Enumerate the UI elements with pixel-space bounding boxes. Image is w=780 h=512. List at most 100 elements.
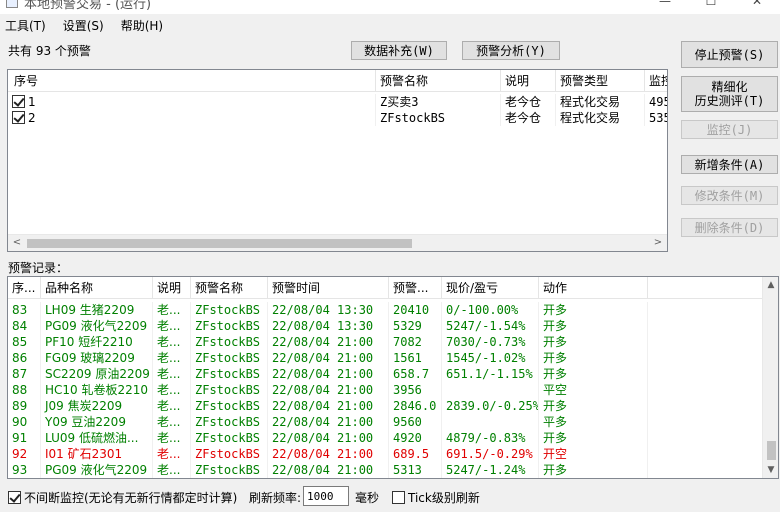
rec-col-price[interactable]: 预警... — [389, 277, 442, 299]
record-price: 7082 — [389, 334, 442, 350]
record-row[interactable]: 85 PF10 短纤2210 老... ZFstockBS 22/08/04 21:00… — [8, 334, 763, 350]
record-price: 689.5 — [389, 446, 442, 462]
record-desc: 老... — [153, 302, 191, 318]
scroll-thumb[interactable] — [767, 441, 776, 460]
tick-checkbox[interactable] — [392, 491, 405, 504]
condition-row[interactable]: 2 ZFstockBS 老今仓 程式化交易 535 — [8, 110, 667, 126]
record-price: 9560 — [389, 414, 442, 430]
record-action: 开多 — [539, 462, 648, 478]
col-no[interactable]: 序号 — [8, 70, 376, 92]
record-action: 开多 — [539, 302, 648, 318]
record-action: 平空 — [539, 382, 648, 398]
record-pnl: 7030/-0.73% — [442, 334, 539, 350]
tick-refresh-option[interactable]: Tick级别刷新 — [392, 489, 480, 506]
record-row[interactable]: 87 SC2209 原油2209 老... ZFstockBS 22/08/04 21:… — [8, 366, 763, 382]
record-action: 开多 — [539, 398, 648, 414]
menu-tools[interactable]: 工具(T) — [0, 17, 52, 34]
condition-row[interactable]: 1 Z买卖3 老今仓 程式化交易 495 — [8, 94, 667, 110]
conditions-list[interactable]: 序号 预警名称 说明 预警类型 监控 1 Z买卖3 老今仓 程式化交易 495 … — [7, 69, 668, 252]
menu-help[interactable]: 帮助(H) — [116, 17, 169, 34]
record-desc: 老... — [153, 414, 191, 430]
record-time: 22/08/04 13:30 — [268, 302, 389, 318]
app-icon — [6, 0, 18, 8]
scroll-up-icon[interactable]: ▲ — [763, 278, 778, 292]
condition-no: 2 — [28, 111, 36, 125]
refine-backtest-button[interactable]: 精细化 历史测评(T) — [681, 76, 778, 112]
record-row[interactable]: 90 Y09 豆油2209 老... ZFstockBS 22/08/04 21:00 9… — [8, 414, 763, 430]
col-monitor[interactable]: 监控 — [645, 70, 667, 92]
scroll-thumb[interactable] — [27, 239, 412, 248]
add-condition-button[interactable]: 新增条件(A) — [681, 155, 778, 174]
continuous-checkbox[interactable] — [8, 491, 21, 504]
checkbox[interactable] — [12, 95, 25, 108]
record-row[interactable]: 86 FG09 玻璃2209 老... ZFstockBS 22/08/04 21:00… — [8, 350, 763, 366]
record-row[interactable]: 83 LH09 生猪2209 老... ZFstockBS 22/08/04 13:30… — [8, 302, 763, 318]
refresh-input[interactable] — [303, 486, 349, 506]
record-row[interactable]: 84 PG09 液化气2209 老... ZFstockBS 22/08/04 13:3… — [8, 318, 763, 334]
record-no: 83 — [8, 302, 41, 318]
records-label: 预警记录： — [8, 261, 69, 275]
scroll-left-icon[interactable]: < — [9, 236, 25, 250]
conditions-hscroll[interactable]: < > — [8, 234, 667, 251]
record-name: SC2209 原油2209 — [41, 366, 153, 382]
record-row[interactable]: 91 LU09 低硫燃油... 老... ZFstockBS 22/08/04 21:0… — [8, 430, 763, 446]
delete-condition-button[interactable]: 删除条件(D) — [681, 218, 778, 237]
record-action: 开多 — [539, 334, 648, 350]
record-time: 22/08/04 21:00 — [268, 446, 389, 462]
monitor-button[interactable]: 监控(J) — [681, 120, 778, 139]
record-row[interactable]: 89 J09 焦炭2209 老... ZFstockBS 22/08/04 21:00 2… — [8, 398, 763, 414]
rec-col-name[interactable]: 品种名称 — [41, 277, 153, 299]
record-desc: 老... — [153, 350, 191, 366]
record-pnl: 691.5/-0.29% — [442, 446, 539, 462]
checkbox[interactable] — [12, 111, 25, 124]
window-controls: — ☐ ✕ — [642, 0, 780, 8]
rec-col-alert[interactable]: 预警名称 — [191, 277, 268, 299]
data-fill-button[interactable]: 数据补充(W) — [351, 41, 447, 60]
record-time: 22/08/04 13:30 — [268, 318, 389, 334]
refine-line2: 历史测评(T) — [694, 94, 765, 108]
record-row[interactable]: 92 I01 矿石2301 老... ZFstockBS 22/08/04 21:00 6… — [8, 446, 763, 462]
record-alert: ZFstockBS — [191, 302, 268, 318]
record-name: LH09 生猪2209 — [41, 302, 153, 318]
record-no: 92 — [8, 446, 41, 462]
rec-col-time[interactable]: 预警时间 — [268, 277, 389, 299]
title-bar: 本地预警交易 - (运行) — ☐ ✕ — [0, 0, 780, 14]
record-pnl — [442, 414, 539, 430]
continuous-monitor-option[interactable]: 不间断监控(无论有无新行情都定时计算) — [8, 489, 237, 506]
record-alert: ZFstockBS — [191, 334, 268, 350]
rec-col-action[interactable]: 动作 — [539, 277, 648, 299]
record-price: 5329 — [389, 318, 442, 334]
rec-col-no[interactable]: 序... — [8, 277, 41, 299]
record-no: 93 — [8, 462, 41, 478]
record-no: 88 — [8, 382, 41, 398]
record-no: 86 — [8, 350, 41, 366]
col-type[interactable]: 预警类型 — [556, 70, 645, 92]
minimize-icon[interactable]: — — [642, 0, 688, 8]
close-icon[interactable]: ✕ — [734, 0, 780, 8]
records-list[interactable]: 序... 品种名称 说明 预警名称 预警时间 预警... 现价/盈亏 动作 83… — [7, 276, 779, 479]
condition-name: ZFstockBS — [376, 110, 501, 126]
record-time: 22/08/04 21:00 — [268, 350, 389, 366]
record-desc: 老... — [153, 430, 191, 446]
scroll-down-icon[interactable]: ▼ — [763, 463, 778, 477]
modify-condition-button[interactable]: 修改条件(M) — [681, 186, 778, 205]
rec-col-pnl[interactable]: 现价/盈亏 — [442, 277, 539, 299]
condition-desc: 老今仓 — [501, 110, 556, 126]
stop-alert-button[interactable]: 停止预警(S) — [681, 41, 778, 68]
records-body: 83 LH09 生猪2209 老... ZFstockBS 22/08/04 13:30… — [8, 302, 763, 478]
records-vscroll[interactable]: ▲ ▼ — [762, 277, 778, 478]
col-alert-name[interactable]: 预警名称 — [376, 70, 501, 92]
record-no: 90 — [8, 414, 41, 430]
record-row[interactable]: 88 HC10 轧卷板2210 老... ZFstockBS 22/08/04 21:0… — [8, 382, 763, 398]
menu-settings[interactable]: 设置(S) — [58, 17, 110, 34]
rec-col-desc[interactable]: 说明 — [153, 277, 191, 299]
record-alert: ZFstockBS — [191, 414, 268, 430]
bottom-bar: 不间断监控(无论有无新行情都定时计算) 刷新频率: 毫秒 Tick级别刷新 — [0, 486, 780, 508]
maximize-icon[interactable]: ☐ — [688, 0, 734, 8]
alert-analysis-button[interactable]: 预警分析(Y) — [462, 41, 560, 60]
scroll-right-icon[interactable]: > — [650, 236, 666, 250]
record-name: J09 焦炭2209 — [41, 398, 153, 414]
record-name: PG09 液化气2209 — [41, 462, 153, 478]
record-row[interactable]: 93 PG09 液化气2209 老... ZFstockBS 22/08/04 21:0… — [8, 462, 763, 478]
col-desc[interactable]: 说明 — [501, 70, 556, 92]
